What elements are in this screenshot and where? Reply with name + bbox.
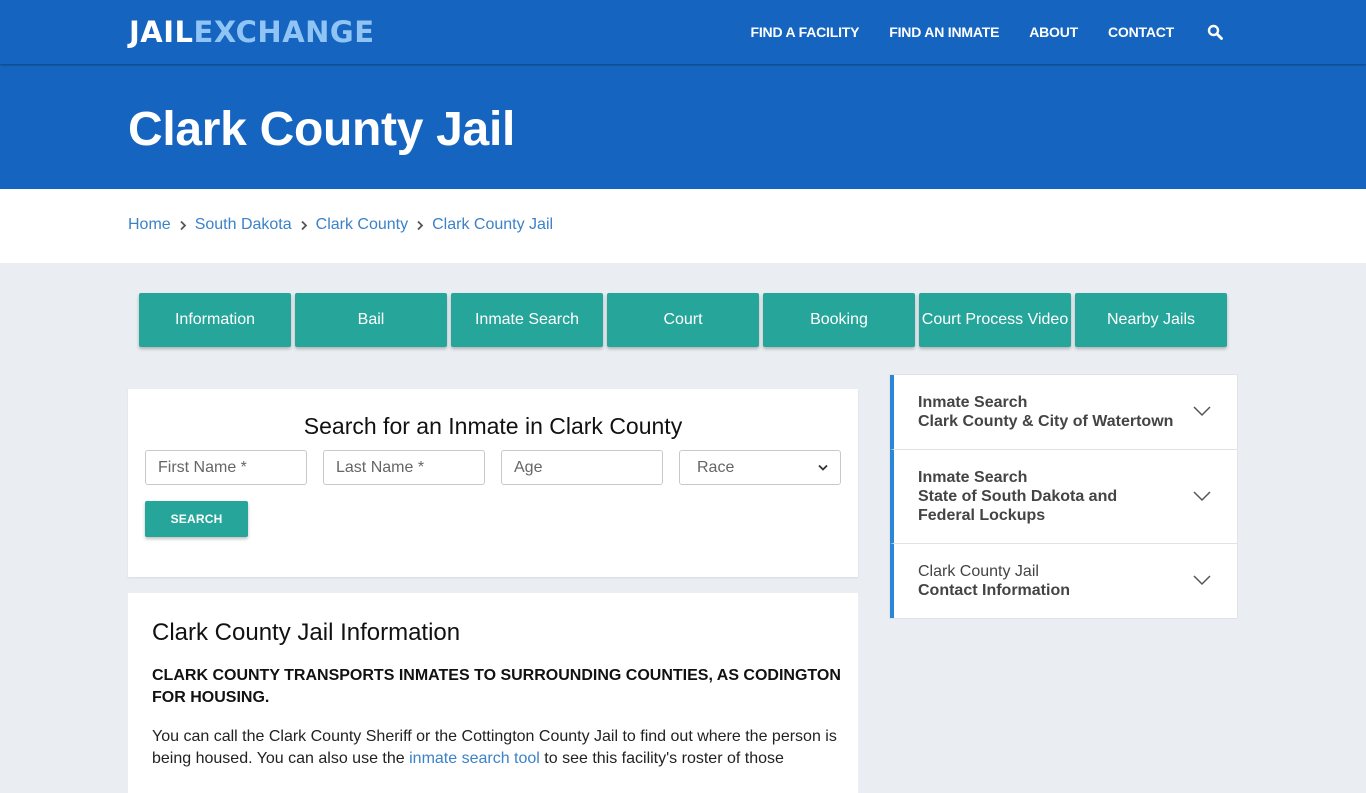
- first-name-input[interactable]: First Name *: [145, 450, 307, 485]
- site-logo[interactable]: JAILEXCHANGE: [129, 15, 375, 49]
- chevron-right-icon: [292, 220, 316, 231]
- sidebar-accordion: Inmate Search Clark County & City of Wat…: [889, 374, 1238, 619]
- main-nav: FIND A FACILITY FIND AN INMATE ABOUT CON…: [721, 0, 1223, 64]
- tab-court-process-video[interactable]: Court Process Video: [919, 293, 1071, 347]
- accordion-item-heading: Inmate Search: [918, 469, 1028, 486]
- tab-court[interactable]: Court: [607, 293, 759, 347]
- accordion-item-heading: Inmate Search: [918, 394, 1028, 411]
- tab-information[interactable]: Information: [139, 293, 291, 347]
- page-title: Clark County Jail: [128, 103, 516, 156]
- nav-contact[interactable]: CONTACT: [1108, 24, 1174, 40]
- chevron-down-icon: [818, 462, 828, 474]
- breadcrumb-bar: Home South Dakota Clark County Clark Cou…: [0, 189, 1366, 263]
- chevron-down-icon: [1193, 489, 1211, 501]
- chevron-down-icon: [1193, 404, 1211, 417]
- breadcrumb-home[interactable]: Home: [128, 216, 171, 234]
- accordion-contact-information[interactable]: Clark County Jail Contact Information: [890, 544, 1237, 618]
- accordion-item-subheading: Clark County & City of Watertown: [918, 413, 1174, 430]
- search-button[interactable]: SEARCH: [145, 501, 248, 537]
- race-select-value: Race: [697, 458, 735, 476]
- transport-notice: CLARK COUNTY TRANSPORTS INMATES TO SURRO…: [152, 667, 841, 706]
- chevron-down-icon: [1193, 573, 1211, 586]
- accordion-item-subheading: Contact Information: [918, 582, 1070, 599]
- tab-bail[interactable]: Bail: [295, 293, 447, 347]
- hero-banner: Clark County Jail: [0, 64, 1366, 189]
- accordion-item-heading: Clark County Jail: [918, 563, 1039, 580]
- accordion-inmate-search-county[interactable]: Inmate Search Clark County & City of Wat…: [890, 375, 1237, 450]
- info-title: Clark County Jail Information: [152, 619, 461, 646]
- nav-find-facility[interactable]: FIND A FACILITY: [751, 24, 860, 40]
- accordion-inmate-search-state[interactable]: Inmate Search State of South Dakota and …: [890, 450, 1237, 544]
- tab-nearby-jails[interactable]: Nearby Jails: [1075, 293, 1227, 347]
- section-tabs: Information Bail Inmate Search Court Boo…: [139, 293, 1231, 347]
- age-input[interactable]: Age: [501, 450, 663, 485]
- accordion-item-subheading: State of South Dakota and Federal Lockup…: [918, 488, 1118, 524]
- inmate-search-card: Search for an Inmate in Clark County Fir…: [128, 389, 858, 577]
- nav-about[interactable]: ABOUT: [1029, 24, 1078, 40]
- race-select[interactable]: Race: [679, 450, 841, 485]
- info-paragraph-text-end: to see this facility's roster of those: [539, 750, 784, 767]
- breadcrumb-county[interactable]: Clark County: [316, 216, 408, 234]
- jail-information-card: Clark County Jail Information CLARK COUN…: [128, 593, 858, 793]
- last-name-input[interactable]: Last Name *: [323, 450, 485, 485]
- breadcrumb: Home South Dakota Clark County Clark Cou…: [128, 216, 553, 234]
- search-card-title: Search for an Inmate in Clark County: [303, 413, 683, 439]
- chevron-right-icon: [408, 220, 432, 231]
- tab-booking[interactable]: Booking: [763, 293, 915, 347]
- breadcrumb-state[interactable]: South Dakota: [195, 216, 292, 234]
- search-icon[interactable]: [1207, 24, 1223, 40]
- logo-exchange-text: EXCHANGE: [193, 15, 375, 49]
- tab-inmate-search[interactable]: Inmate Search: [451, 293, 603, 347]
- logo-jail-text: JAIL: [129, 15, 194, 49]
- chevron-right-icon: [171, 220, 195, 231]
- top-navbar: JAILEXCHANGE FIND A FACILITY FIND AN INM…: [0, 0, 1366, 64]
- inmate-search-tool-link[interactable]: inmate search tool: [409, 750, 540, 767]
- info-paragraph: You can call the Clark County Sheriff or…: [152, 726, 842, 770]
- breadcrumb-facility[interactable]: Clark County Jail: [432, 216, 553, 234]
- nav-find-inmate[interactable]: FIND AN INMATE: [889, 24, 999, 40]
